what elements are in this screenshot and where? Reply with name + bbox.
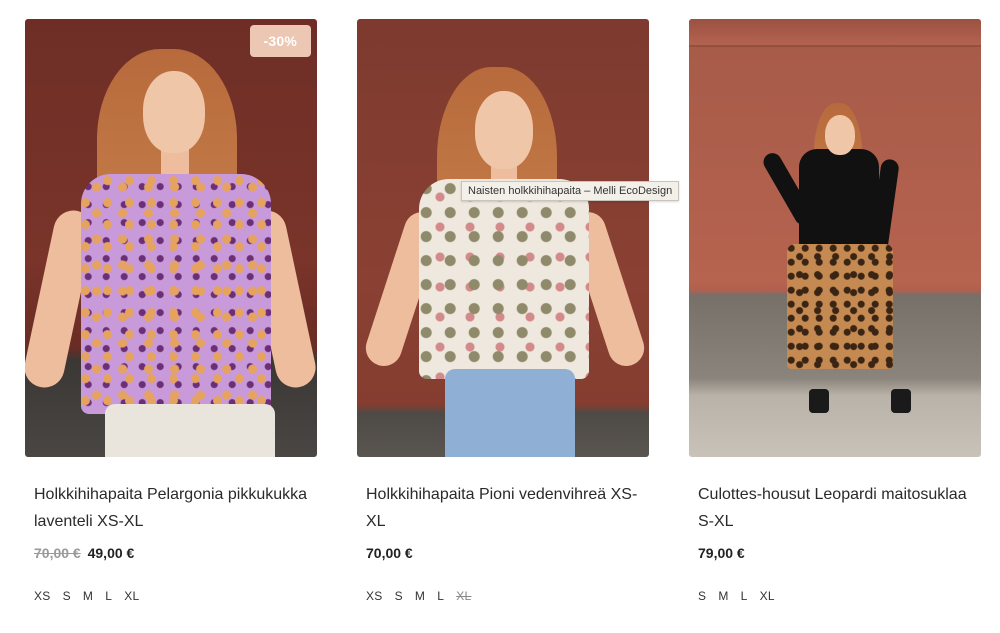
size-option: M — [82, 589, 94, 603]
product-card[interactable]: -30% Holkkihihapaita Pelargonia pikkukuk… — [25, 19, 317, 603]
size-option: L — [105, 589, 113, 603]
size-option: XL — [759, 589, 775, 603]
size-list: XS S M L XL — [357, 589, 649, 603]
size-list: S M L XL — [689, 589, 981, 603]
size-option: XL — [124, 589, 140, 603]
size-option: L — [740, 589, 748, 603]
product-card[interactable]: Culottes-housut Leopardi maitosuklaa S-X… — [689, 19, 981, 603]
product-image[interactable]: -30% — [25, 19, 317, 457]
product-image[interactable] — [689, 19, 981, 457]
size-option: S — [698, 589, 707, 603]
product-price: 70,00 € 49,00 € — [25, 545, 317, 565]
original-price: 70,00 € — [34, 545, 81, 561]
size-option: S — [62, 589, 71, 603]
discount-badge: -30% — [249, 25, 311, 57]
product-price: 79,00 € — [698, 545, 745, 561]
product-grid: -30% Holkkihihapaita Pelargonia pikkukuk… — [0, 0, 1000, 633]
product-title[interactable]: Holkkihihapaita Pelargonia pikkukukka la… — [25, 481, 317, 535]
size-option: M — [414, 589, 426, 603]
product-image[interactable] — [357, 19, 649, 457]
product-price: 70,00 € — [366, 545, 413, 561]
product-title[interactable]: Holkkihihapaita Pioni vedenvihreä XS-XL — [357, 481, 649, 535]
product-card[interactable]: Holkkihihapaita Pioni vedenvihreä XS-XL … — [357, 19, 649, 603]
size-option: L — [437, 589, 445, 603]
image-tooltip: Naisten holkkihihapaita – Melli EcoDesig… — [461, 181, 680, 201]
size-option: M — [718, 589, 729, 603]
size-option: XS — [366, 589, 383, 603]
product-title[interactable]: Culottes-housut Leopardi maitosuklaa S-X… — [689, 481, 981, 535]
size-list: XS S M L XL — [25, 589, 317, 603]
size-option: S — [394, 589, 403, 603]
size-option-unavailable: XL — [456, 589, 472, 603]
sale-price: 49,00 € — [87, 545, 135, 561]
size-option: XS — [34, 589, 51, 603]
